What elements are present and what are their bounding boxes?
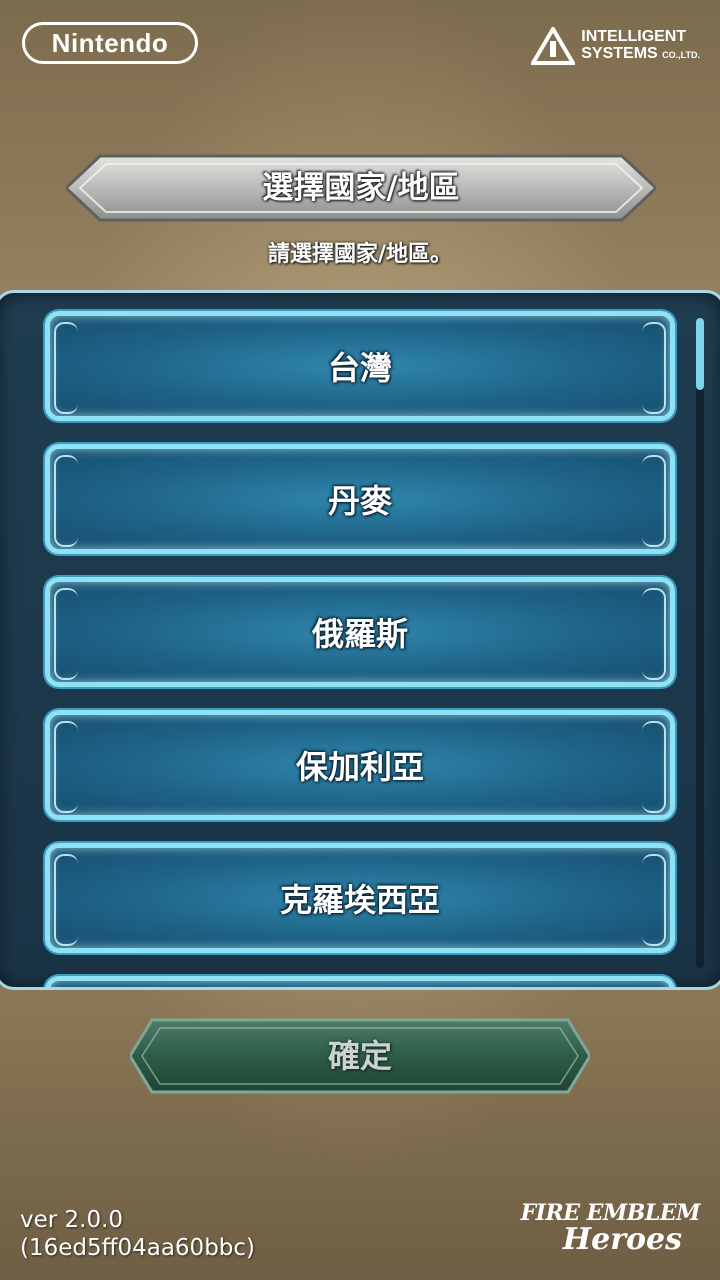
developer-logo-suffix: CO.,LTD. <box>662 50 700 60</box>
country-item-bulgaria[interactable]: 保加利亞 <box>45 710 675 820</box>
country-item-label: 克羅埃西亞 <box>279 881 440 919</box>
version-label: ver 2.0.0 <box>20 1207 124 1233</box>
country-item-russia[interactable]: 俄羅斯 <box>45 577 675 687</box>
page-title: 選擇國家/地區 <box>262 170 460 206</box>
build-hash: (16ed5ff04aa60bbc) <box>20 1235 256 1261</box>
country-item-label: 俄羅斯 <box>311 615 408 653</box>
confirm-button[interactable]: 確定 <box>130 1016 590 1096</box>
scroll-thumb[interactable] <box>696 318 704 390</box>
developer-logo-line2: SYSTEMS <box>581 45 658 62</box>
country-item-partial[interactable] <box>45 976 675 987</box>
country-item-taiwan[interactable]: 台灣 <box>45 311 675 421</box>
intelligent-systems-mark-icon <box>531 27 576 65</box>
country-list[interactable]: 台灣 丹麥 俄羅斯 保加利亞 克羅埃西亞 <box>0 290 720 990</box>
title-banner: 選擇國家/地區 <box>66 152 656 224</box>
country-item-label: 台灣 <box>327 349 392 387</box>
country-item-label: 丹麥 <box>327 482 392 520</box>
country-item-denmark[interactable]: 丹麥 <box>45 444 675 554</box>
fire-emblem-heroes-logo: FIRE EMBLEM Heroes <box>510 1200 701 1266</box>
confirm-button-label: 確定 <box>327 1037 392 1075</box>
country-item-label: 保加利亞 <box>295 748 424 786</box>
scrollbar[interactable] <box>696 318 704 968</box>
version-info: ver 2.0.0 (16ed5ff04aa60bbc) <box>20 1206 255 1262</box>
developer-logo-line1: INTELLIGENT <box>581 28 687 45</box>
page-subtitle: 請選擇國家/地區。 <box>267 242 453 267</box>
country-item-croatia[interactable]: 克羅埃西亞 <box>45 843 675 953</box>
intelligent-systems-logo: INTELLIGENT SYSTEMS CO.,LTD. <box>531 26 700 66</box>
game-logo-line2: Heroes <box>562 1222 682 1257</box>
nintendo-logo: Nintendo <box>22 22 198 64</box>
